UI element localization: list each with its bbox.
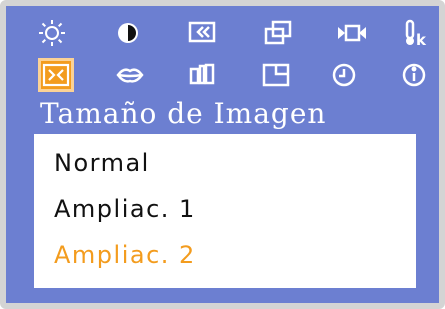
window-icon[interactable] — [258, 58, 294, 92]
option-ampliac-2[interactable]: Ampliac. 2 — [54, 240, 196, 270]
size-icon[interactable] — [260, 16, 296, 50]
lips-icon[interactable] — [112, 58, 148, 92]
image-size-icon[interactable] — [38, 58, 74, 92]
option-normal[interactable]: Normal — [54, 148, 150, 178]
position-icon[interactable] — [184, 16, 220, 50]
info-icon[interactable] — [396, 58, 432, 92]
panels-icon[interactable] — [184, 58, 220, 92]
option-ampliac-1[interactable]: Ampliac. 1 — [54, 194, 196, 224]
color-temperature-icon[interactable]: k — [398, 16, 434, 50]
temperature-k-label: k — [416, 31, 427, 49]
icon-row-bottom — [34, 58, 434, 92]
contrast-icon[interactable] — [110, 16, 146, 50]
menu-title: Tamaño de Imagen — [40, 97, 327, 130]
video-icon[interactable] — [334, 16, 370, 50]
icon-row-top: k — [34, 16, 434, 50]
brightness-icon[interactable] — [34, 16, 70, 50]
clock-icon[interactable] — [326, 58, 362, 92]
osd-menu: k Tamaño de Imagen Normal Ampliac. 1 Amp… — [0, 0, 445, 309]
options-panel: Normal Ampliac. 1 Ampliac. 2 — [34, 134, 416, 288]
